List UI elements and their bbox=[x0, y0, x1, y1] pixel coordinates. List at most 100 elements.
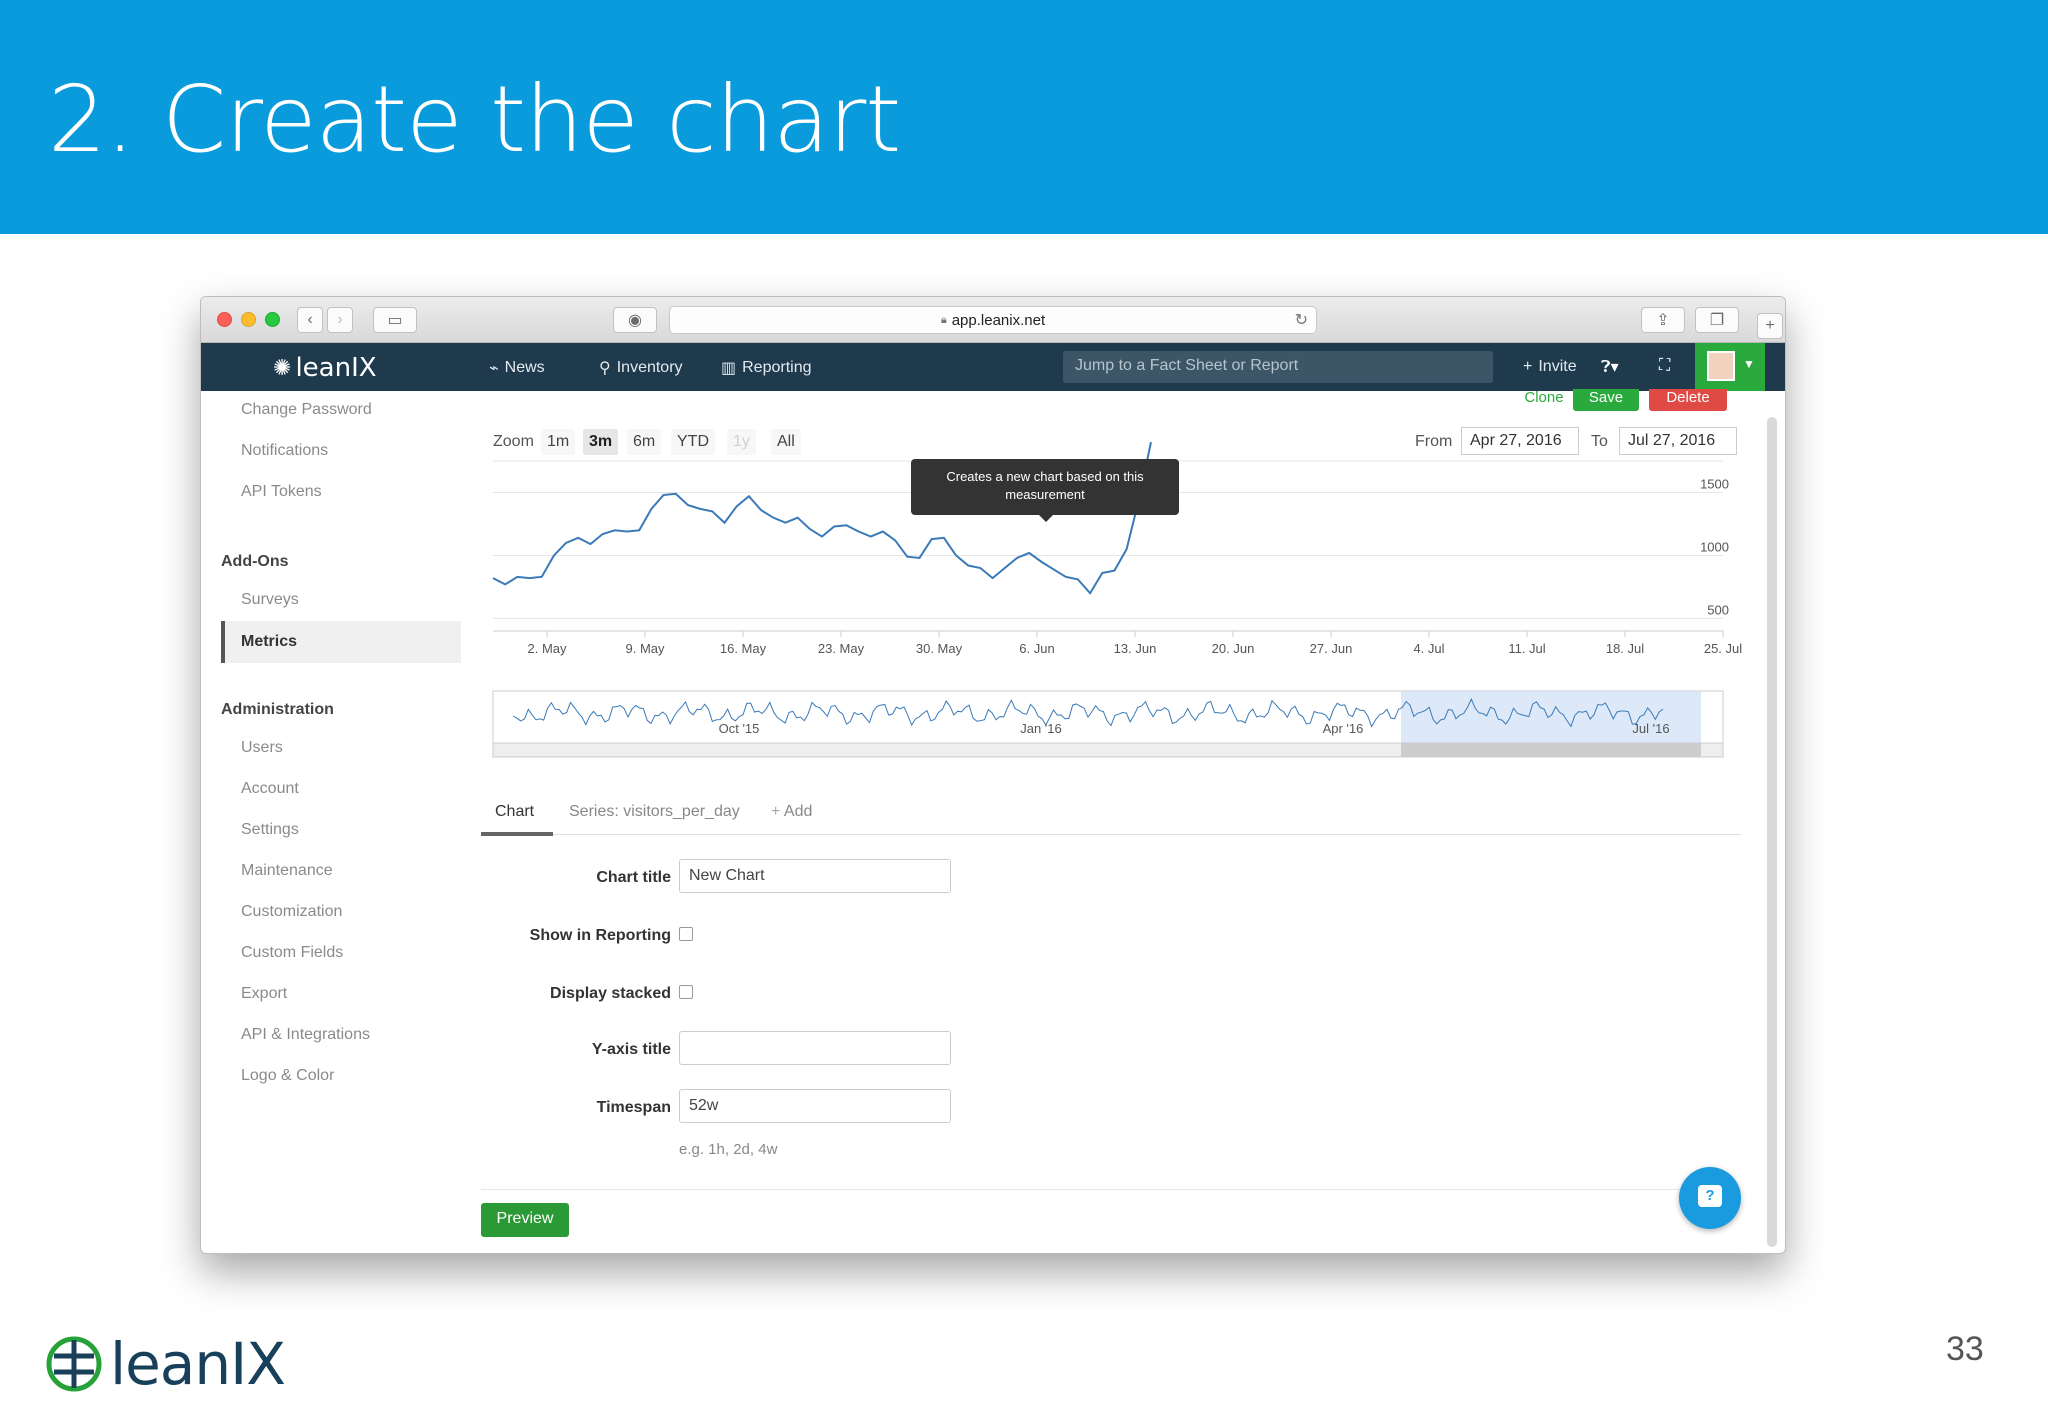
y-tick-label: 500 bbox=[1707, 602, 1729, 617]
sidebar-item-api-integrations[interactable]: API & Integrations bbox=[241, 1026, 370, 1044]
x-tick-label: 6. Jun bbox=[1019, 641, 1054, 656]
from-label: From bbox=[1415, 433, 1453, 450]
shield-icon[interactable]: ◉ bbox=[613, 307, 657, 333]
share-icon[interactable]: ⇪ bbox=[1641, 307, 1685, 333]
timespan-input[interactable]: 52w bbox=[679, 1089, 951, 1123]
chart-editor-tabs: Chart Series: visitors_per_day + Add bbox=[481, 791, 1741, 836]
x-tick-label: 9. May bbox=[625, 641, 665, 656]
plus-icon: + bbox=[1523, 358, 1533, 375]
zoom-ytd-button[interactable]: YTD bbox=[671, 429, 715, 455]
sidebar-item-customization[interactable]: Customization bbox=[241, 903, 342, 921]
rss-icon: ⌁ bbox=[489, 360, 499, 377]
new-tab-icon[interactable]: + bbox=[1757, 313, 1783, 339]
slide-title: 2. Create the chart bbox=[48, 66, 901, 173]
zoom-3m-button[interactable]: 3m bbox=[583, 429, 619, 455]
x-tick-label: 30. May bbox=[916, 641, 963, 656]
lock-icon: 🔒︎ bbox=[940, 313, 947, 326]
sidebar-item-account[interactable]: Account bbox=[241, 780, 299, 798]
settings-sidebar: Change Password Notifications API Tokens… bbox=[201, 391, 461, 1253]
search-icon: ⚲ bbox=[599, 360, 611, 377]
tab-add-label: Add bbox=[783, 803, 813, 820]
plus-icon: + bbox=[771, 803, 784, 820]
save-button[interactable]: Save bbox=[1573, 389, 1639, 411]
tab-series[interactable]: Series: visitors_per_day bbox=[569, 803, 740, 821]
browser-toolbar: ‹ › ▭ ◉ 🔒︎ app.leanix.net ↻ ⇪ ❐ + bbox=[201, 297, 1785, 343]
tabs-icon[interactable]: ❐ bbox=[1695, 307, 1739, 333]
nav-inventory-label: Inventory bbox=[616, 359, 683, 376]
timespan-label: Timespan bbox=[596, 1099, 671, 1116]
x-tick-label: 13. Jun bbox=[1114, 641, 1157, 656]
tab-chart[interactable]: Chart bbox=[495, 803, 534, 821]
fact-sheet-search-input[interactable]: Jump to a Fact Sheet or Report bbox=[1063, 351, 1493, 383]
x-tick-label: 18. Jul bbox=[1606, 641, 1644, 656]
user-menu[interactable]: ▼ bbox=[1695, 343, 1765, 391]
avatar bbox=[1707, 351, 1735, 381]
sidebar-item-metrics-label: Metrics bbox=[241, 633, 298, 650]
zoom-6m-button[interactable]: 6m bbox=[627, 429, 662, 455]
sidebar-item-users[interactable]: Users bbox=[241, 739, 283, 757]
sidebar-item-api-tokens[interactable]: API Tokens bbox=[241, 483, 322, 501]
x-tick-label: 4. Jul bbox=[1413, 641, 1444, 656]
nav-reporting[interactable]: ▥ Reporting bbox=[721, 358, 812, 378]
chart-title-input[interactable]: New Chart bbox=[679, 859, 951, 893]
sidebar-item-notifications[interactable]: Notifications bbox=[241, 442, 328, 460]
metrics-main-panel: Clone Save Delete Zoom 1m 3m 6m YTD 1y A… bbox=[481, 389, 1751, 1253]
forward-icon[interactable]: › bbox=[327, 307, 353, 333]
sidebar-item-custom-fields[interactable]: Custom Fields bbox=[241, 944, 343, 962]
logo-text: leanIX bbox=[295, 353, 377, 383]
to-date-input[interactable]: Jul 27, 2016 bbox=[1619, 427, 1737, 455]
maximize-window-button[interactable] bbox=[265, 312, 280, 327]
x-tick-label: 27. Jun bbox=[1310, 641, 1353, 656]
leanix-logo[interactable]: ✺ leanIX bbox=[273, 353, 377, 383]
nav-reporting-label: Reporting bbox=[742, 359, 812, 376]
sidebar-item-change-password[interactable]: Change Password bbox=[241, 401, 372, 419]
navigator-tick-label: Jan '16 bbox=[1020, 721, 1062, 736]
zoom-label: Zoom bbox=[493, 433, 534, 450]
x-tick-label: 2. May bbox=[527, 641, 567, 656]
address-bar[interactable]: 🔒︎ app.leanix.net ↻ bbox=[669, 306, 1317, 334]
display-stacked-checkbox[interactable] bbox=[679, 985, 693, 999]
footer-logo-text: leanIX bbox=[110, 1330, 286, 1398]
delete-button[interactable]: Delete bbox=[1649, 389, 1727, 411]
sidebar-item-maintenance[interactable]: Maintenance bbox=[241, 862, 333, 880]
x-tick-label: 11. Jul bbox=[1508, 641, 1545, 656]
x-tick-label: 20. Jun bbox=[1212, 641, 1255, 656]
zoom-1m-button[interactable]: 1m bbox=[541, 429, 576, 455]
sidebar-item-export[interactable]: Export bbox=[241, 985, 287, 1003]
sidebar-item-logo-color[interactable]: Logo & Color bbox=[241, 1067, 334, 1085]
chart-title-label: Chart title bbox=[596, 869, 671, 886]
back-icon[interactable]: ‹ bbox=[297, 307, 323, 333]
sidebar-item-surveys[interactable]: Surveys bbox=[241, 591, 299, 609]
browser-window: ‹ › ▭ ◉ 🔒︎ app.leanix.net ↻ ⇪ ❐ + ✺ lean… bbox=[200, 296, 1786, 1254]
from-date-input[interactable]: Apr 27, 2016 bbox=[1461, 427, 1579, 455]
reload-icon[interactable]: ↻ bbox=[1295, 310, 1308, 330]
clone-button[interactable]: Clone bbox=[1521, 389, 1567, 411]
administration-heading: Administration bbox=[221, 701, 334, 718]
x-tick-label: 16. May bbox=[720, 641, 767, 656]
show-in-reporting-checkbox[interactable] bbox=[679, 927, 693, 941]
fullscreen-icon[interactable]: ⛶ bbox=[1659, 357, 1670, 375]
nav-news[interactable]: ⌁ News bbox=[489, 358, 545, 378]
show-in-reporting-label: Show in Reporting bbox=[529, 927, 671, 944]
invite-button[interactable]: + Invite bbox=[1523, 358, 1577, 376]
sidebar-toggle-icon[interactable]: ▭ bbox=[373, 307, 417, 333]
slide-page-number: 33 bbox=[1946, 1330, 1984, 1368]
help-dropdown-icon[interactable]: ❓︎▾ bbox=[1601, 357, 1619, 377]
sidebar-item-metrics[interactable]: Metrics bbox=[221, 621, 461, 663]
preview-button[interactable]: Preview bbox=[481, 1203, 569, 1237]
close-window-button[interactable] bbox=[217, 312, 232, 327]
yaxis-title-input[interactable] bbox=[679, 1031, 951, 1065]
sidebar-item-settings[interactable]: Settings bbox=[241, 821, 299, 839]
nav-inventory[interactable]: ⚲ Inventory bbox=[599, 358, 683, 378]
nav-news-label: News bbox=[504, 359, 545, 376]
minimize-window-button[interactable] bbox=[241, 312, 256, 327]
zoom-all-button[interactable]: All bbox=[771, 429, 801, 455]
yaxis-title-label: Y-axis title bbox=[591, 1041, 671, 1058]
tab-add-series[interactable]: + Add bbox=[771, 803, 812, 821]
form-divider bbox=[481, 1189, 1741, 1190]
zoom-1y-button[interactable]: 1y bbox=[727, 429, 756, 455]
y-tick-label: 1500 bbox=[1700, 476, 1729, 491]
help-chat-button[interactable]: ? bbox=[1679, 1167, 1741, 1229]
url-text: app.leanix.net bbox=[951, 311, 1046, 329]
page-scrollbar[interactable] bbox=[1767, 417, 1777, 1247]
